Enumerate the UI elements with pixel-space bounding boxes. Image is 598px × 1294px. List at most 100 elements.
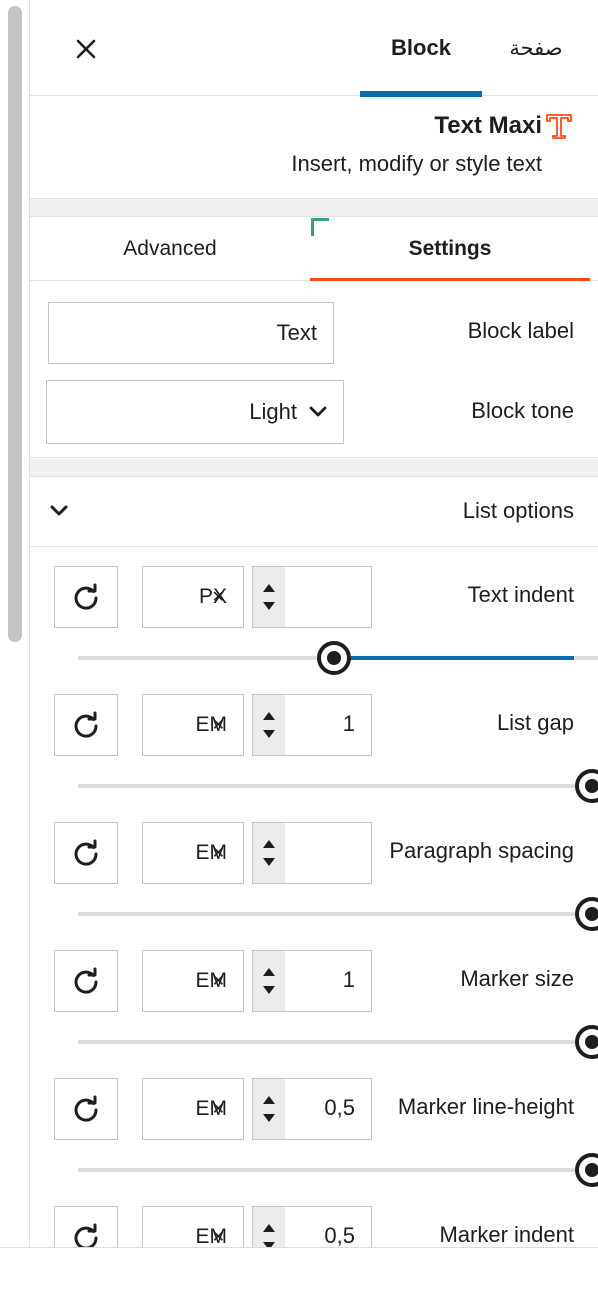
stepper-up-icon[interactable] [263, 840, 275, 848]
stepper-up-icon[interactable] [263, 712, 275, 720]
list-option-label: List gap [496, 710, 574, 735]
unit-select[interactable]: EM ✕ [142, 822, 244, 884]
divider-band [30, 199, 598, 217]
number-input[interactable]: 0,5 [252, 1206, 372, 1248]
slider-handle[interactable] [575, 1025, 598, 1059]
reset-icon [74, 839, 98, 866]
reset-icon [74, 1223, 98, 1247]
stepper-up-icon[interactable] [263, 1224, 275, 1232]
reset-button[interactable] [54, 694, 118, 756]
list-option-row: EM ✕ 0,5 Marker line-height [30, 1060, 598, 1188]
list-option-row: EM ✕ Paragraph spacing [30, 804, 598, 932]
unit-select[interactable]: EM ✕ [142, 1206, 244, 1247]
block-label-input[interactable]: Text [48, 302, 334, 364]
reset-icon [74, 1095, 98, 1122]
focus-corner-marker [311, 218, 329, 236]
reset-icon [74, 967, 98, 994]
reset-button[interactable] [54, 1206, 118, 1247]
slider-fill [334, 656, 574, 660]
close-button[interactable] [70, 32, 102, 66]
list-option-row: PX ✕ Text indent [30, 548, 598, 676]
stepper-down-icon[interactable] [263, 1114, 275, 1122]
reset-button[interactable] [54, 1078, 118, 1140]
stepper-down-icon[interactable] [263, 986, 275, 994]
sidebar-header: Block صفحة [30, 0, 598, 97]
list-option-label: Marker size [460, 966, 574, 991]
list-option-label: Marker line-height [397, 1094, 574, 1119]
list-options-toggle[interactable]: List options [30, 478, 598, 547]
inspector-tabs: Advanced Settings [30, 217, 598, 281]
number-input[interactable] [252, 822, 372, 884]
divider-band [30, 459, 598, 477]
stepper-down-icon[interactable] [263, 858, 275, 866]
reset-icon [74, 711, 98, 738]
stepper-up-icon[interactable] [263, 1096, 275, 1104]
stepper-down-icon[interactable] [263, 730, 275, 738]
unit-select[interactable]: EM ✕ [142, 1078, 244, 1140]
number-stepper [253, 1207, 285, 1247]
number-input[interactable]: 1 [252, 950, 372, 1012]
stepper-down-icon[interactable] [263, 1242, 275, 1247]
unit-clear-icon: ✕ [211, 717, 225, 734]
range-slider[interactable] [78, 1153, 598, 1187]
list-option-row: EM ✕ 0,5 Marker indent [30, 1188, 598, 1248]
number-value: 0,5 [324, 1095, 355, 1120]
unit-clear-icon: ✕ [211, 845, 225, 862]
number-value: 0,5 [324, 1223, 355, 1248]
chevron-down-icon [309, 406, 327, 417]
number-value: 1 [342, 967, 355, 992]
list-option-row: EM ✕ 1 List gap [30, 676, 598, 804]
stepper-up-icon[interactable] [263, 584, 275, 592]
close-icon [76, 39, 96, 59]
number-input[interactable]: 0,5 [252, 1078, 372, 1140]
number-stepper [253, 823, 285, 883]
list-option-row: EM ✕ 1 Marker size [30, 932, 598, 1060]
block-card: Text Maxi Insert, modify or style text [30, 97, 598, 199]
block-tone-value: Light [249, 399, 297, 424]
block-tone-select[interactable]: Light [46, 380, 344, 444]
number-stepper [253, 695, 285, 755]
unit-select[interactable]: EM ✕ [142, 950, 244, 1012]
unit-clear-icon: ✕ [211, 973, 225, 990]
number-stepper [253, 567, 285, 627]
tab-settings[interactable]: Settings [310, 217, 590, 281]
stepper-down-icon[interactable] [263, 602, 275, 610]
scrollbar-track[interactable] [0, 0, 30, 1247]
tab-advanced[interactable]: Advanced [30, 217, 310, 281]
scrollbar-thumb[interactable] [8, 6, 22, 642]
stepper-up-icon[interactable] [263, 968, 275, 976]
list-option-label: Paragraph spacing [389, 838, 574, 863]
block-title: Text Maxi [434, 112, 542, 139]
number-value: 1 [342, 711, 355, 736]
number-input[interactable]: 1 [252, 694, 372, 756]
inspector-panel: Block صفحة Text Maxi Insert, modify or s… [30, 0, 598, 1248]
range-slider[interactable] [78, 1025, 598, 1059]
range-slider[interactable] [78, 897, 598, 931]
slider-handle[interactable] [575, 769, 598, 803]
tab-block[interactable]: Block [360, 0, 482, 97]
unit-select[interactable]: EM ✕ [142, 694, 244, 756]
unit-select[interactable]: PX ✕ [142, 566, 244, 628]
number-input[interactable] [252, 566, 372, 628]
range-slider[interactable] [78, 769, 598, 803]
unit-clear-icon: ✕ [211, 1229, 225, 1246]
number-stepper [253, 951, 285, 1011]
reset-icon [74, 583, 98, 610]
block-label-label: Block label [467, 318, 574, 343]
range-slider[interactable] [78, 641, 598, 675]
reset-button[interactable] [54, 822, 118, 884]
slider-handle[interactable] [575, 897, 598, 931]
block-description: Insert, modify or style text [291, 151, 542, 176]
reset-button[interactable] [54, 950, 118, 1012]
block-fields: Text Block label Light Block tone [30, 282, 598, 458]
list-option-label: Marker indent [439, 1222, 574, 1247]
reset-button[interactable] [54, 566, 118, 628]
number-stepper [253, 1079, 285, 1139]
tab-page[interactable]: صفحة [506, 0, 566, 96]
settings-sidebar: Block صفحة Text Maxi Insert, modify or s… [0, 0, 598, 1248]
slider-handle[interactable] [575, 1153, 598, 1187]
list-option-label: Text indent [467, 582, 574, 607]
unit-clear-icon: ✕ [211, 1101, 225, 1118]
text-maxi-logo-icon [546, 114, 572, 139]
slider-handle[interactable] [317, 641, 351, 675]
